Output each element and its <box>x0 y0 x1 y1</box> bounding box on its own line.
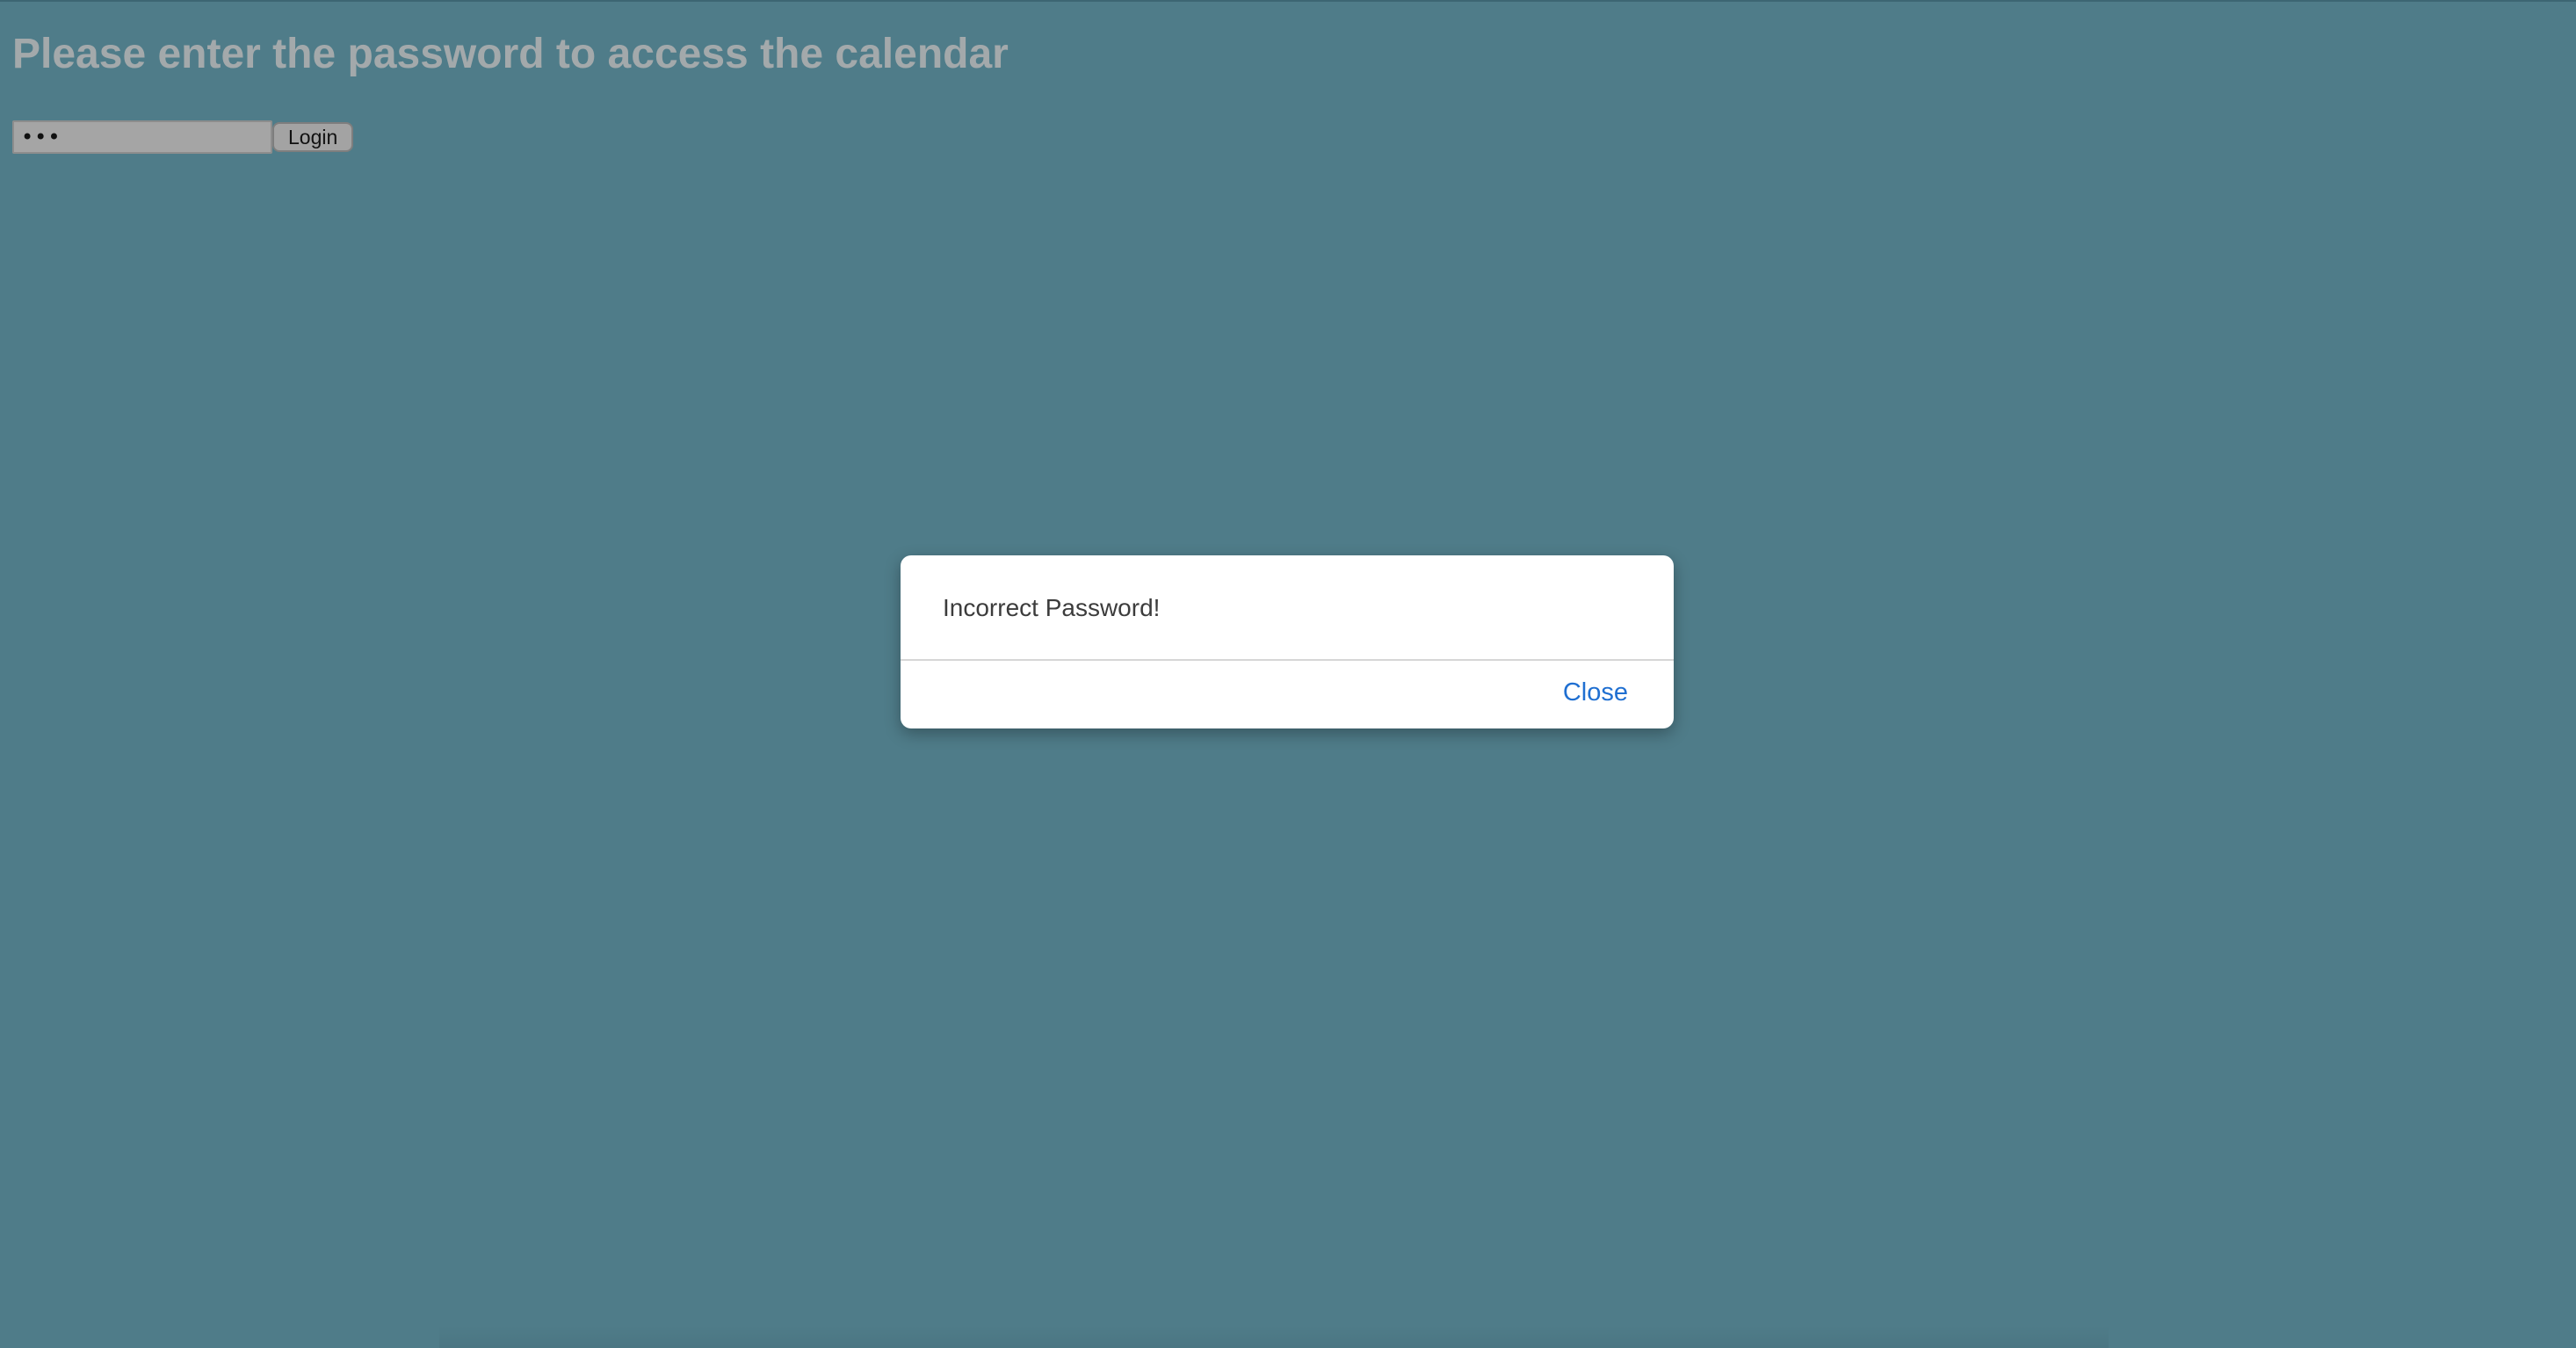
close-button[interactable]: Close <box>1563 678 1628 707</box>
login-button[interactable]: Login <box>272 122 354 152</box>
window-top-border <box>0 0 2576 2</box>
bottom-shadow <box>439 1325 2109 1348</box>
login-form: Login <box>12 120 354 154</box>
dialog-divider <box>901 659 1674 661</box>
password-input[interactable] <box>12 120 272 154</box>
alert-dialog: Incorrect Password! Close <box>901 555 1674 728</box>
alert-message: Incorrect Password! <box>943 594 1161 621</box>
page-title: Please enter the password to access the … <box>12 31 1009 77</box>
